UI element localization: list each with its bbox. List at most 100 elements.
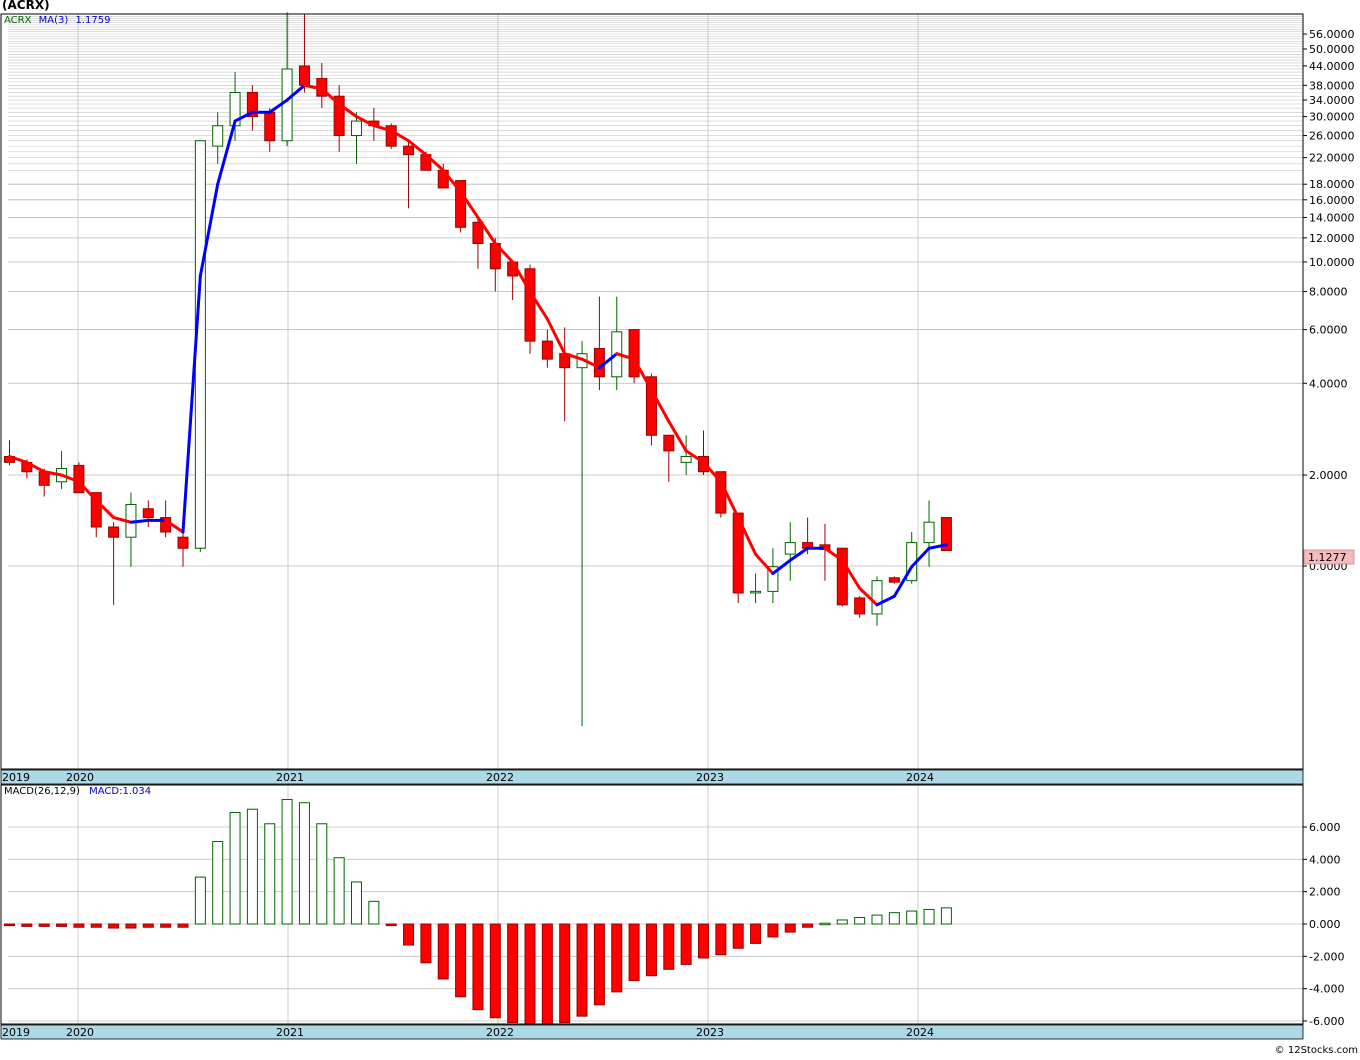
- candle-down: [108, 526, 120, 538]
- macd-bar-negative: [732, 923, 744, 949]
- macd-x-tick-label: 2023: [696, 1026, 724, 1039]
- x-tick-label: 2021: [276, 771, 304, 784]
- macd-bar-negative: [698, 923, 709, 959]
- macd-bar-negative: [680, 923, 692, 965]
- macd-bar-negative: [38, 923, 50, 927]
- macd-bar-negative: [108, 923, 120, 929]
- macd-bar-negative: [73, 923, 85, 928]
- price-x-axis: 2019 2020 2021 2022 2023 2024: [0, 769, 1304, 785]
- candle-down: [593, 348, 605, 378]
- candle-down: [628, 329, 640, 378]
- macd-bar-negative: [90, 923, 102, 928]
- macd-bar-negative: [715, 923, 727, 956]
- macd-bar-negative: [663, 923, 675, 970]
- macd-y-tick-label: 0.000: [1309, 918, 1341, 931]
- candle-up: [750, 590, 762, 594]
- y-tick-label: 38.0000: [1309, 79, 1355, 92]
- macd-x-tick-label: 2019: [2, 1026, 30, 1039]
- x-tick-label: 2023: [696, 771, 724, 784]
- macd-y-tick-label: -4.000: [1309, 983, 1344, 996]
- macd-bar-positive: [281, 799, 293, 925]
- candle-up: [351, 120, 362, 137]
- macd-y-tick-label: -2.000: [1309, 950, 1344, 963]
- candle-down: [298, 65, 310, 86]
- macd-bar-negative: [455, 923, 467, 998]
- y-tick-label: 2.0000: [1309, 469, 1348, 482]
- macd-bar-positive: [246, 808, 258, 925]
- macd-bar-negative: [524, 923, 536, 1025]
- price-x-axis-band: [0, 769, 1304, 785]
- candle-up: [281, 68, 293, 142]
- chart-svg: 56.0000 50.0000 44.0000 38.0000 34.0000 30.00…: [0, 0, 1360, 1056]
- macd-bar-positive: [906, 910, 918, 925]
- macd-bar-negative: [611, 923, 623, 993]
- candle-up: [784, 542, 796, 555]
- macd-bar-positive: [316, 823, 328, 925]
- x-tick-label: 2020: [66, 771, 94, 784]
- macd-y-tick-label: 4.000: [1309, 853, 1341, 866]
- x-tick-label: 2024: [906, 771, 934, 784]
- candle-down: [541, 340, 553, 360]
- macd-x-tick-label: 2022: [486, 1026, 514, 1039]
- macd-bar-negative: [802, 923, 814, 928]
- y-tick-label: 44.0000: [1309, 60, 1355, 73]
- price-legend-ma-label: MA(3): [38, 15, 69, 26]
- y-tick-label: 22.0000: [1309, 152, 1355, 165]
- y-tick-label: 18.0000: [1309, 178, 1355, 191]
- price-legend-symbol: ACRX: [4, 15, 32, 26]
- macd-bar-positive: [888, 912, 900, 925]
- candle-down: [472, 221, 484, 245]
- y-tick-label: 4.0000: [1309, 377, 1348, 390]
- candle-down: [524, 268, 536, 342]
- chart-title: (ACRX): [2, 0, 50, 12]
- macd-bar-negative: [21, 923, 33, 927]
- candle-up: [680, 456, 692, 463]
- macd-bar-negative: [4, 923, 15, 927]
- macd-bar-positive: [194, 876, 206, 925]
- macd-legend: MACD(26,12,9) MACD:1.034: [4, 786, 151, 797]
- macd-bar-positive: [836, 919, 848, 925]
- macd-bar-negative: [142, 923, 154, 928]
- macd-bar-negative: [559, 923, 571, 1024]
- macd-legend-label: MACD(26,12,9): [4, 786, 80, 797]
- macd-x-tick-label: 2021: [276, 1026, 304, 1039]
- macd-bar-negative: [507, 923, 519, 1024]
- candle-down: [888, 577, 900, 583]
- macd-bar-positive: [298, 802, 310, 925]
- footer-credit: © 12Stocks.com: [1274, 1045, 1358, 1056]
- macd-bar-negative: [628, 923, 640, 982]
- macd-bar-negative: [160, 923, 172, 928]
- macd-bar-negative: [403, 923, 415, 946]
- macd-bar-negative: [489, 923, 501, 1019]
- y-tick-label: 50.0000: [1309, 43, 1355, 56]
- candle-down: [177, 536, 189, 549]
- macd-bar-positive: [264, 823, 276, 925]
- macd-legend-value: MACD:1.034: [89, 786, 152, 797]
- candle-down: [142, 508, 154, 519]
- macd-bar-positive: [229, 811, 241, 925]
- y-tick-label: 10.0000: [1309, 256, 1355, 269]
- macd-bar-positive: [351, 881, 362, 925]
- x-tick-label: 2019: [2, 771, 30, 784]
- y-tick-label: 8.0000: [1309, 286, 1348, 299]
- macd-x-tick-label: 2020: [66, 1026, 94, 1039]
- macd-bar-positive: [923, 908, 935, 925]
- macd-bar-negative: [420, 923, 432, 964]
- candle-up: [871, 580, 883, 615]
- candle-up: [923, 521, 935, 544]
- price-legend-ma-value: 1.1759: [75, 15, 111, 26]
- macd-bar-negative: [593, 923, 605, 1006]
- macd-y-tick-label: -6.000: [1309, 1015, 1344, 1028]
- y-tick-label: 30.0000: [1309, 111, 1355, 124]
- chart-root: 56.0000 50.0000 44.0000 38.0000 34.0000 30.00…: [0, 0, 1360, 1056]
- macd-bar-negative: [750, 923, 762, 944]
- macd-bar-negative: [385, 923, 397, 927]
- macd-bar-positive: [368, 900, 380, 925]
- ma-segment-up: [129, 518, 150, 524]
- candle-down: [663, 434, 675, 452]
- macd-y-tick-label: 6.000: [1309, 821, 1341, 834]
- macd-bar-negative: [177, 923, 189, 928]
- macd-bar-positive: [333, 857, 345, 925]
- macd-bar-negative: [645, 923, 657, 977]
- macd-bar-positive: [819, 922, 831, 926]
